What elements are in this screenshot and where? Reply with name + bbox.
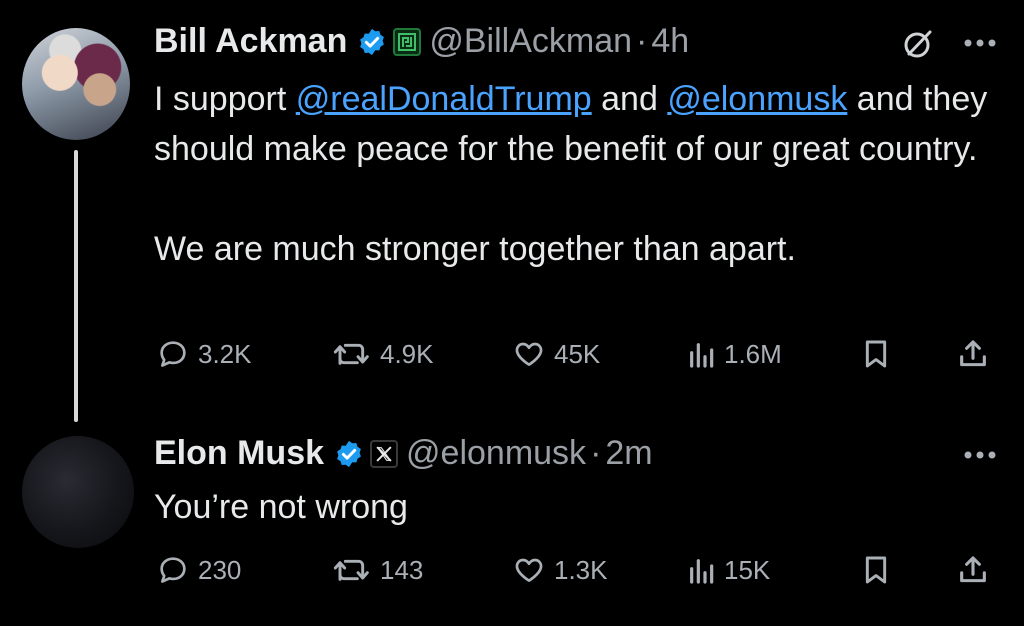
more-options-icon[interactable] — [962, 36, 998, 56]
repost-button[interactable]: 4.9K — [332, 338, 434, 370]
affiliate-logo-icon — [393, 27, 422, 56]
views-icon — [690, 559, 714, 584]
like-button[interactable]: 1.3K — [512, 554, 608, 586]
tweet-elon-musk[interactable]: Elon Musk @elonmusk · 2m You’re not wron… — [0, 420, 1024, 626]
bookmark-button[interactable] — [860, 553, 892, 587]
text-paragraph-2: We are much stronger together than apart… — [154, 230, 796, 268]
author-name[interactable]: Bill Ackman — [154, 22, 347, 61]
views-count: 1.6M — [724, 338, 782, 369]
grok-icon[interactable] — [900, 26, 936, 62]
reply-icon — [160, 557, 186, 583]
tweet-text: I support @realDonaldTrump and @elonmusk… — [154, 74, 1014, 274]
more-options-icon[interactable] — [962, 448, 998, 468]
repost-icon — [333, 559, 369, 581]
x-logo-icon — [370, 439, 399, 468]
avatar[interactable] — [22, 28, 130, 140]
bookmark-button[interactable] — [860, 337, 892, 371]
tweet-bill-ackman[interactable]: Bill Ackman @BillAckman · 4h I support @… — [0, 0, 1024, 422]
heart-icon — [515, 558, 543, 582]
mention-realdonaldtrump[interactable]: @realDonaldTrump — [296, 80, 592, 118]
reply-count: 230 — [198, 554, 242, 585]
like-button[interactable]: 45K — [512, 338, 600, 370]
action-bar: 230 143 1.3K 15K — [156, 550, 1006, 590]
views-icon — [690, 343, 714, 368]
repost-count: 143 — [380, 554, 424, 585]
repost-button[interactable]: 143 — [332, 554, 423, 586]
like-count: 1.3K — [554, 554, 608, 585]
mention-elonmusk[interactable]: @elonmusk — [667, 80, 847, 118]
timestamp[interactable]: 2m — [605, 434, 652, 473]
share-button[interactable] — [956, 553, 990, 587]
reply-count: 3.2K — [198, 338, 252, 369]
reply-icon — [160, 341, 186, 367]
separator-dot: · — [636, 22, 648, 60]
bookmark-icon — [865, 556, 887, 584]
reply-button[interactable]: 3.2K — [156, 338, 252, 370]
thread-connector — [74, 150, 78, 422]
repost-icon — [333, 343, 369, 365]
share-button[interactable] — [956, 337, 990, 371]
verified-badge-icon — [357, 27, 387, 57]
tweet-header: Elon Musk @elonmusk · 2m — [154, 434, 653, 473]
timestamp[interactable]: 4h — [651, 22, 689, 61]
repost-count: 4.9K — [380, 338, 434, 369]
like-count: 45K — [554, 338, 601, 369]
bookmark-icon — [865, 340, 887, 368]
views-button[interactable]: 1.6M — [686, 338, 782, 370]
author-handle[interactable]: @elonmusk — [406, 434, 586, 473]
separator-dot: · — [590, 434, 602, 472]
author-name[interactable]: Elon Musk — [154, 434, 324, 473]
avatar[interactable] — [22, 436, 134, 548]
views-count: 15K — [724, 554, 771, 585]
share-icon — [960, 340, 986, 367]
share-icon — [960, 556, 986, 583]
tweet-text: You’re not wrong — [154, 488, 408, 526]
views-button[interactable]: 15K — [686, 554, 770, 586]
reply-button[interactable]: 230 — [156, 554, 241, 586]
action-bar: 3.2K 4.9K 45K 1.6M — [156, 334, 1006, 374]
tweet-header: Bill Ackman @BillAckman · 4h — [154, 22, 689, 61]
text-prefix: I support — [154, 80, 296, 118]
verified-badge-icon — [334, 439, 364, 469]
author-handle[interactable]: @BillAckman — [429, 22, 632, 61]
text-mid: and — [591, 80, 668, 118]
heart-icon — [515, 342, 543, 366]
